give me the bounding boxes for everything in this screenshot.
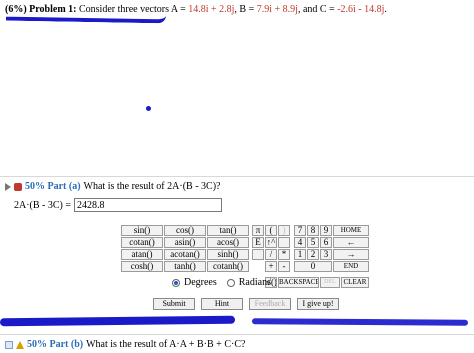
key-open-paren[interactable]: ( xyxy=(265,225,277,236)
key-clear[interactable]: CLEAR xyxy=(341,277,369,288)
key-2[interactable]: 2 xyxy=(307,249,319,260)
divider-top xyxy=(0,176,474,177)
answer-row: 2A·(B - 3C) = xyxy=(14,198,223,212)
key-plus[interactable]: + xyxy=(265,261,277,272)
problem-text-2: , B = xyxy=(234,4,257,15)
answer-label: 2A·(B - 3C) = xyxy=(14,199,72,211)
key-backspace[interactable]: BACKSPACE xyxy=(278,277,319,288)
expand-box-icon[interactable] xyxy=(5,340,13,349)
vector-b-value: 7.9i + 8.9j xyxy=(256,4,298,15)
degrees-radio[interactable] xyxy=(172,278,180,287)
part-b-percent: 50% Part (b) xyxy=(27,339,84,350)
expand-arrow-icon[interactable] xyxy=(5,182,11,191)
vector-a-value: 14.8i + 2.8j xyxy=(188,4,235,15)
key-0[interactable]: 0 xyxy=(294,261,332,272)
key-cotan[interactable]: cotan() xyxy=(121,237,163,248)
key-cos[interactable]: cos() xyxy=(164,225,206,236)
problem-text-4: . xyxy=(384,4,387,15)
degrees-label: Degrees xyxy=(184,277,217,288)
key-cotanh[interactable]: cotanh() xyxy=(207,261,249,272)
feedback-button[interactable]: Feedback xyxy=(249,298,291,310)
pen-dot xyxy=(146,106,151,111)
key-minus[interactable]: - xyxy=(278,261,290,272)
key-pi[interactable]: π xyxy=(252,225,264,236)
key-atan[interactable]: atan() xyxy=(121,249,163,260)
key-e[interactable]: E xyxy=(252,237,264,248)
key-home[interactable]: HOME xyxy=(333,225,369,236)
key-asin[interactable]: asin() xyxy=(164,237,206,248)
key-left-arrow[interactable]: ← xyxy=(333,237,369,248)
key-blank-1 xyxy=(278,237,290,248)
key-9[interactable]: 9 xyxy=(320,225,332,236)
divider-bottom xyxy=(0,334,474,335)
key-blank-2 xyxy=(252,249,264,260)
vector-c-value: -2.6i - 14.8j xyxy=(337,4,385,15)
key-divide[interactable]: / xyxy=(265,249,277,260)
key-right-arrow[interactable]: → xyxy=(333,249,369,260)
answer-input[interactable] xyxy=(74,198,223,212)
key-3[interactable]: 3 xyxy=(320,249,332,260)
pen-scribble-right xyxy=(251,318,469,326)
warning-icon xyxy=(16,340,24,349)
give-up-button[interactable]: I give up! xyxy=(297,298,339,310)
key-tanh[interactable]: tanh() xyxy=(164,261,206,272)
radians-label: Radians xyxy=(238,277,271,288)
submit-button[interactable]: Submit xyxy=(153,298,195,310)
key-cosh[interactable]: cosh() xyxy=(121,261,163,272)
key-1[interactable]: 1 xyxy=(294,249,306,260)
part-a-percent: 50% Part (a) xyxy=(25,181,81,192)
key-multiply[interactable]: * xyxy=(278,249,290,260)
radians-radio[interactable] xyxy=(226,278,235,287)
part-b-question: What is the result of A·A + B·B + C·C? xyxy=(86,339,246,350)
key-5[interactable]: 5 xyxy=(307,237,319,248)
key-end[interactable]: END xyxy=(333,261,369,272)
key-power[interactable]: ↑^ xyxy=(265,237,277,248)
key-close-paren[interactable]: ) xyxy=(278,225,290,236)
key-acos[interactable]: acos() xyxy=(207,237,249,248)
key-del[interactable]: DEL xyxy=(320,277,340,288)
pen-scribble-left xyxy=(0,315,236,327)
key-4[interactable]: 4 xyxy=(294,237,306,248)
key-sinh[interactable]: sinh() xyxy=(207,249,249,260)
part-a-question: What is the result of 2A·(B - 3C)? xyxy=(83,181,221,192)
key-7[interactable]: 7 xyxy=(294,225,306,236)
key-6[interactable]: 6 xyxy=(320,237,332,248)
hint-button[interactable]: Hint xyxy=(201,298,243,310)
key-acotan[interactable]: acotan() xyxy=(164,249,206,260)
pen-annotation xyxy=(5,12,167,24)
angle-mode: Degrees Radians xyxy=(172,277,271,288)
problem-text-3: , and C = xyxy=(297,4,338,15)
part-a-header: 50% Part (a) What is the result of 2A·(B… xyxy=(5,181,220,192)
key-tan[interactable]: tan() xyxy=(207,225,249,236)
flag-icon xyxy=(14,182,22,191)
key-sin[interactable]: sin() xyxy=(121,225,163,236)
part-b-header: 50% Part (b) What is the result of A·A +… xyxy=(5,339,245,350)
key-8[interactable]: 8 xyxy=(307,225,319,236)
